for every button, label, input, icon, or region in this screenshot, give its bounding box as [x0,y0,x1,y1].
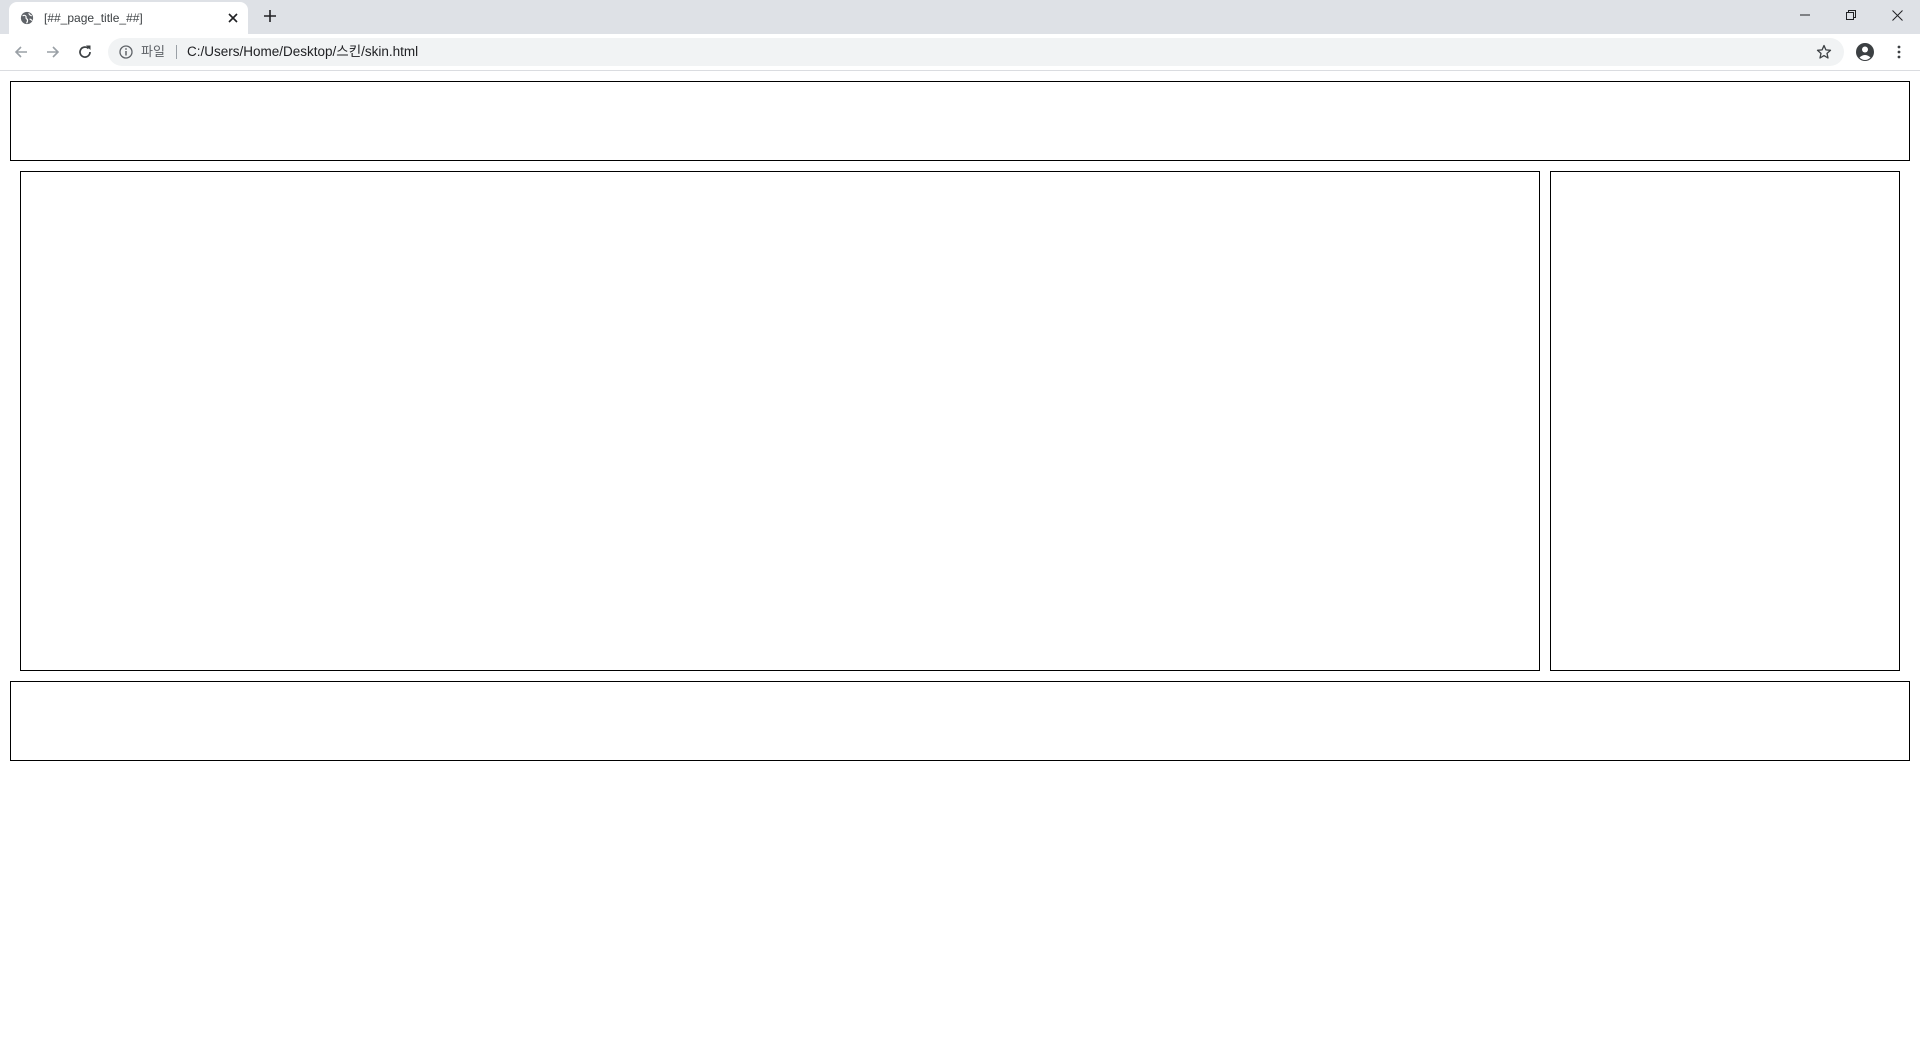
tab-strip: [##_page_title_##] [0,0,1920,34]
tab-title: [##_page_title_##] [44,11,143,25]
content-region [20,171,1540,671]
account-circle-icon[interactable] [1855,42,1875,62]
reload-button[interactable] [75,42,95,62]
close-window-button[interactable] [1874,0,1920,30]
header-region [10,81,1910,161]
minimize-icon [1800,14,1810,16]
url-text[interactable]: C:/Users/Home/Desktop/스킨/skin.html [187,44,418,60]
star-icon[interactable] [1816,44,1832,60]
footer-region [10,681,1910,761]
close-icon[interactable] [227,12,239,24]
restore-icon [1846,10,1856,20]
forward-button[interactable] [43,42,63,62]
reload-icon [79,45,91,58]
browser-tab[interactable]: [##_page_title_##] [9,2,248,34]
omnibox-separator [176,45,177,59]
browser-toolbar: 파일 C:/Users/Home/Desktop/스킨/skin.html [0,34,1920,71]
globe-icon [20,11,34,25]
address-bar[interactable]: 파일 C:/Users/Home/Desktop/스킨/skin.html [108,38,1844,66]
kebab-menu-icon[interactable] [1891,44,1907,60]
arrow-left-icon [14,46,27,58]
sidebar-region [1550,171,1900,671]
arrow-right-icon [47,46,60,58]
close-icon [1891,9,1903,21]
info-icon[interactable] [119,45,133,59]
scheme-label: 파일 [141,44,165,59]
minimize-button[interactable] [1782,0,1828,30]
back-button[interactable] [11,42,31,62]
plus-icon[interactable] [262,8,278,24]
page-viewport [0,71,1920,1040]
restore-button[interactable] [1828,0,1874,30]
